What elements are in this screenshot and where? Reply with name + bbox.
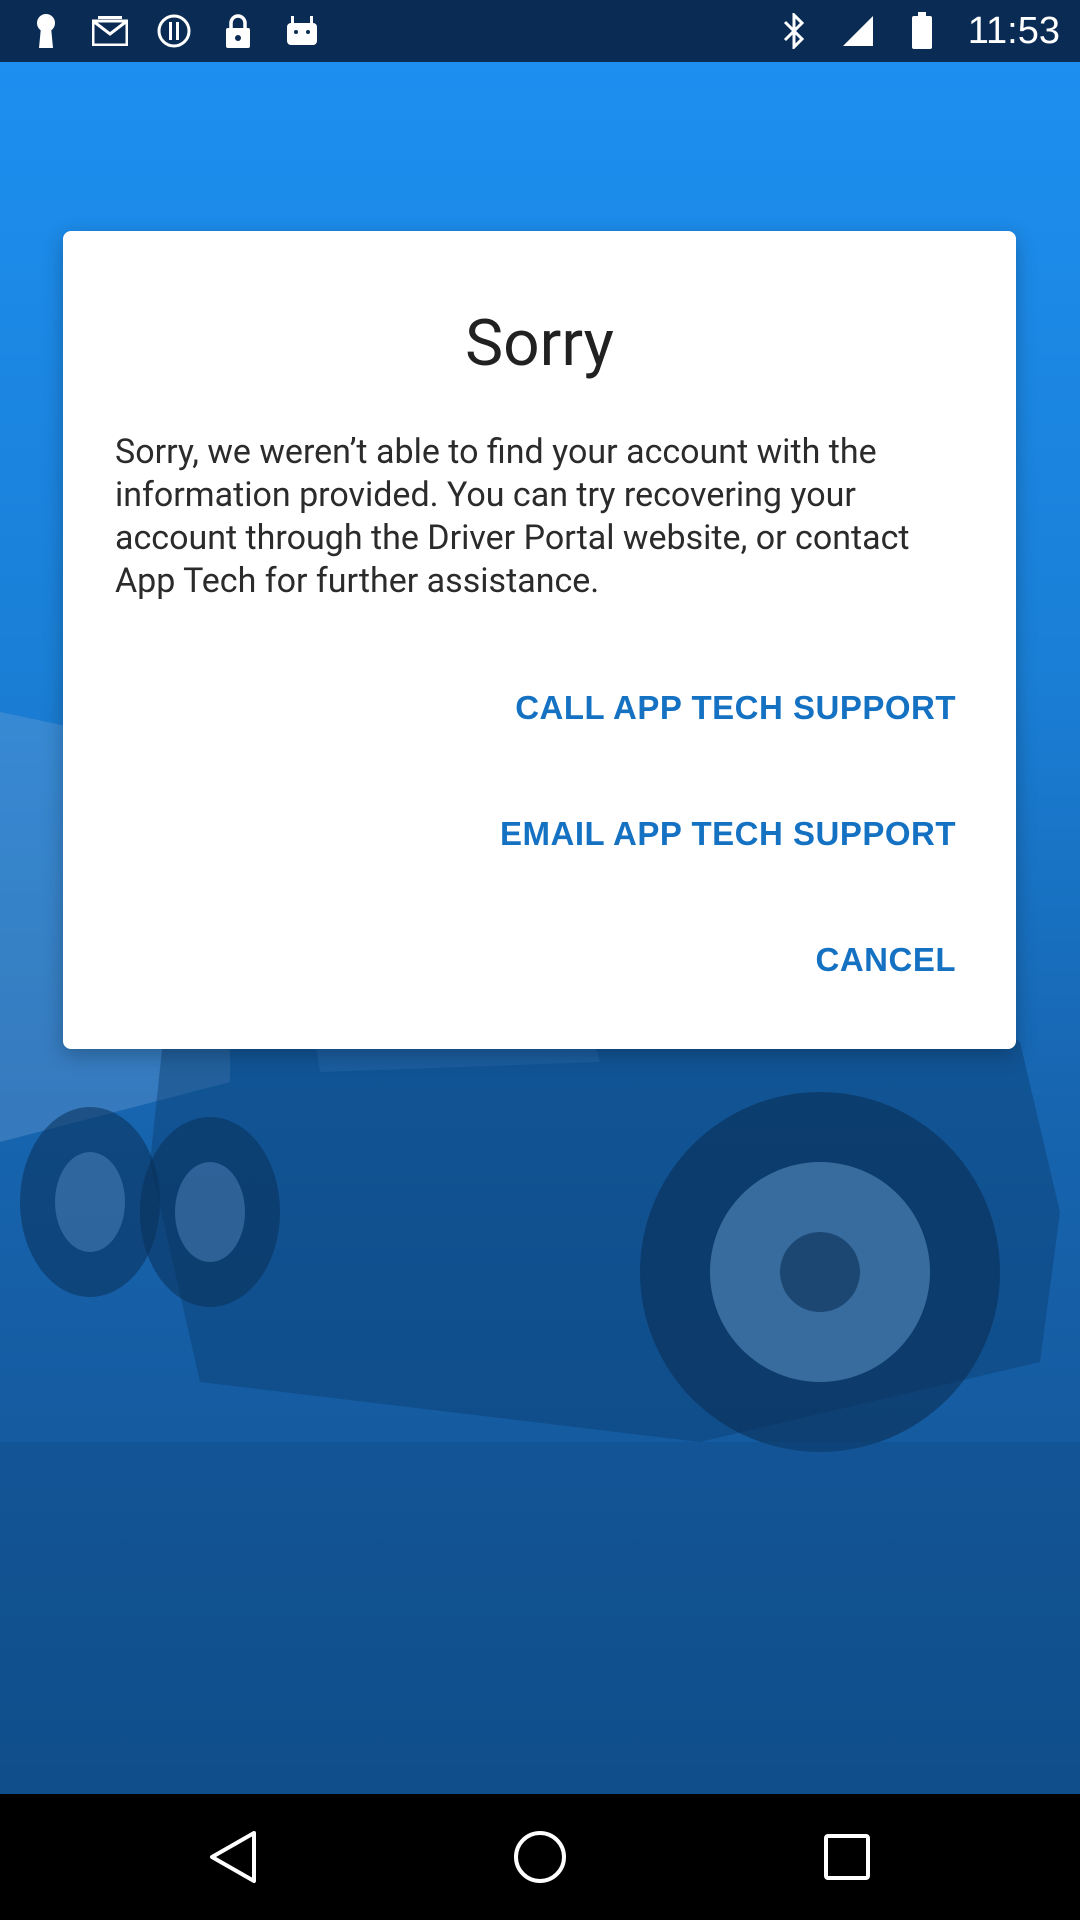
dialog-title: Sorry: [465, 306, 614, 381]
status-system: 11:53: [776, 10, 1060, 53]
email-app-tech-support-button[interactable]: EMAIL APP TECH SUPPORT: [500, 815, 956, 853]
navigation-bar: [0, 1794, 1080, 1920]
home-button[interactable]: [505, 1822, 575, 1892]
status-time: 11:53: [967, 9, 1060, 52]
dialog-message: Sorry, we weren’t able to find your acco…: [115, 432, 910, 601]
recents-button[interactable]: [812, 1822, 882, 1892]
lock-icon: [220, 13, 256, 49]
recents-icon: [823, 1834, 870, 1880]
screen: 11:53 Sorry Sorry, we weren’t able to fi…: [0, 0, 1080, 1920]
battery-icon: [904, 12, 940, 49]
back-button[interactable]: [198, 1822, 268, 1892]
status-bar: 11:53: [0, 0, 1080, 62]
bluetooth-icon: [776, 13, 812, 49]
call-app-tech-support-button[interactable]: CALL APP TECH SUPPORT: [515, 689, 956, 727]
back-icon: [210, 1831, 257, 1883]
info-circle-icon: [156, 13, 192, 49]
keyhole-icon: [28, 13, 64, 49]
status-notifications: [28, 13, 320, 49]
android-icon: [284, 13, 320, 49]
sorry-dialog: Sorry Sorry, we weren’t able to find you…: [63, 231, 1016, 1049]
home-icon: [513, 1831, 566, 1883]
cancel-button[interactable]: CANCEL: [816, 941, 957, 979]
mail-icon: [92, 13, 128, 49]
signal-icon: [840, 13, 876, 49]
